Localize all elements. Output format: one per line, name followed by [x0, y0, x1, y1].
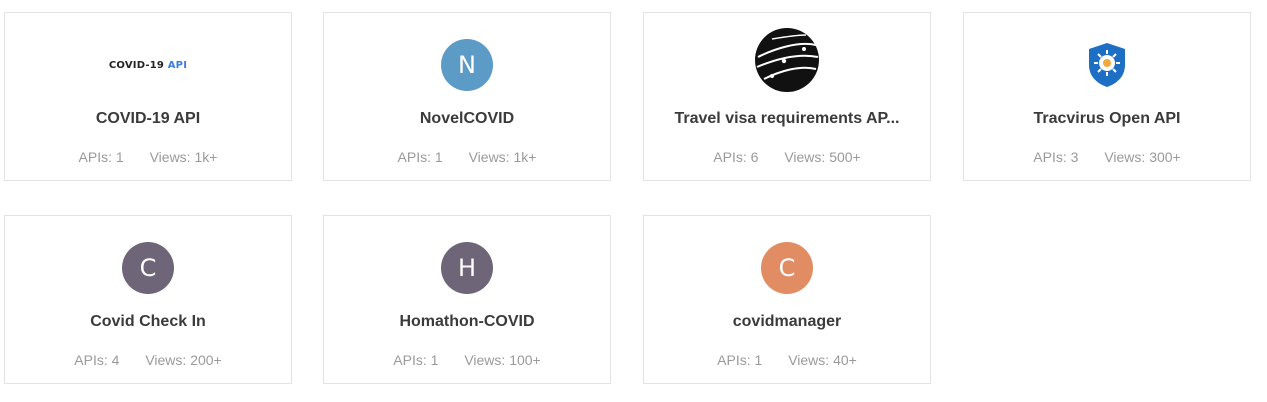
- logo-container: H: [324, 241, 610, 295]
- covid-19-api-logo: COVID-19 API: [108, 59, 188, 71]
- card-stats: APIs: 6 Views: 500+: [644, 149, 930, 165]
- apis-count: 1: [754, 352, 763, 368]
- provider-card-travel-visa[interactable]: Travel visa requirements AP... APIs: 6 V…: [643, 12, 931, 181]
- logo-container: [964, 38, 1250, 92]
- card-title: NovelCOVID: [419, 110, 515, 127]
- card-stats: APIs: 1 Views: 100+: [324, 352, 610, 368]
- views-count: 1k+: [194, 149, 218, 165]
- apis-label: APIs:: [713, 149, 747, 165]
- avatar: N: [441, 39, 493, 91]
- card-title: Covid Check In: [90, 313, 206, 330]
- card-title: COVID-19 API: [95, 110, 201, 127]
- views-label: Views:: [149, 149, 191, 165]
- card-stats: APIs: 1 Views: 1k+: [5, 149, 291, 165]
- apis-label: APIs:: [393, 352, 427, 368]
- views-label: Views:: [1104, 149, 1146, 165]
- provider-card-tracvirus[interactable]: Tracvirus Open API APIs: 3 Views: 300+: [963, 12, 1251, 181]
- apis-label: APIs:: [397, 149, 432, 165]
- views-count: 40+: [833, 352, 857, 368]
- apis-count: 1: [115, 149, 124, 165]
- card-title: Homathon-COVID: [399, 313, 535, 330]
- logo-container: C: [644, 241, 930, 295]
- apis-count: 3: [1070, 149, 1079, 165]
- apis-count: 4: [111, 352, 120, 368]
- apis-label: APIs:: [78, 149, 113, 165]
- globe-icon: [755, 28, 819, 92]
- card-title: covidmanager: [732, 313, 842, 330]
- provider-card-homathon-covid[interactable]: H Homathon-COVID APIs: 1 Views: 100+: [323, 215, 611, 384]
- card-title: Travel visa requirements AP...: [674, 110, 900, 127]
- provider-card-covidmanager[interactable]: C covidmanager APIs: 1 Views: 40+: [643, 215, 931, 384]
- apis-count: 1: [430, 352, 439, 368]
- views-label: Views:: [788, 352, 830, 368]
- card-title: Tracvirus Open API: [1033, 110, 1181, 127]
- card-stats: APIs: 4 Views: 200+: [5, 352, 291, 368]
- avatar: C: [122, 242, 174, 294]
- views-label: Views:: [784, 149, 826, 165]
- shield-virus-icon: [1089, 43, 1125, 87]
- views-count: 200+: [190, 352, 222, 368]
- views-count: 100+: [509, 352, 541, 368]
- card-stats: APIs: 3 Views: 300+: [964, 149, 1250, 165]
- logo-container: COVID-19 API: [5, 38, 291, 92]
- apis-label: APIs:: [717, 352, 751, 368]
- apis-count: 1: [434, 149, 443, 165]
- logo-container: N: [324, 38, 610, 92]
- apis-label: APIs:: [74, 352, 108, 368]
- views-count: 1k+: [513, 149, 537, 165]
- views-label: Views:: [468, 149, 510, 165]
- apis-count: 6: [750, 149, 759, 165]
- avatar: H: [441, 242, 493, 294]
- apis-label: APIs:: [1033, 149, 1067, 165]
- views-label: Views:: [145, 352, 187, 368]
- avatar: C: [761, 242, 813, 294]
- provider-card-novelcovid[interactable]: N NovelCOVID APIs: 1 Views: 1k+: [323, 12, 611, 181]
- logo-container: [644, 27, 930, 93]
- views-count: 500+: [829, 149, 861, 165]
- logo-container: C: [5, 241, 291, 295]
- views-count: 300+: [1149, 149, 1181, 165]
- views-label: Views:: [464, 352, 506, 368]
- provider-card-covid-check-in[interactable]: C Covid Check In APIs: 4 Views: 200+: [4, 215, 292, 384]
- provider-card-covid19-api[interactable]: COVID-19 API COVID-19 API APIs: 1 Views:…: [4, 12, 292, 181]
- card-stats: APIs: 1 Views: 40+: [644, 352, 930, 368]
- card-stats: APIs: 1 Views: 1k+: [324, 149, 610, 165]
